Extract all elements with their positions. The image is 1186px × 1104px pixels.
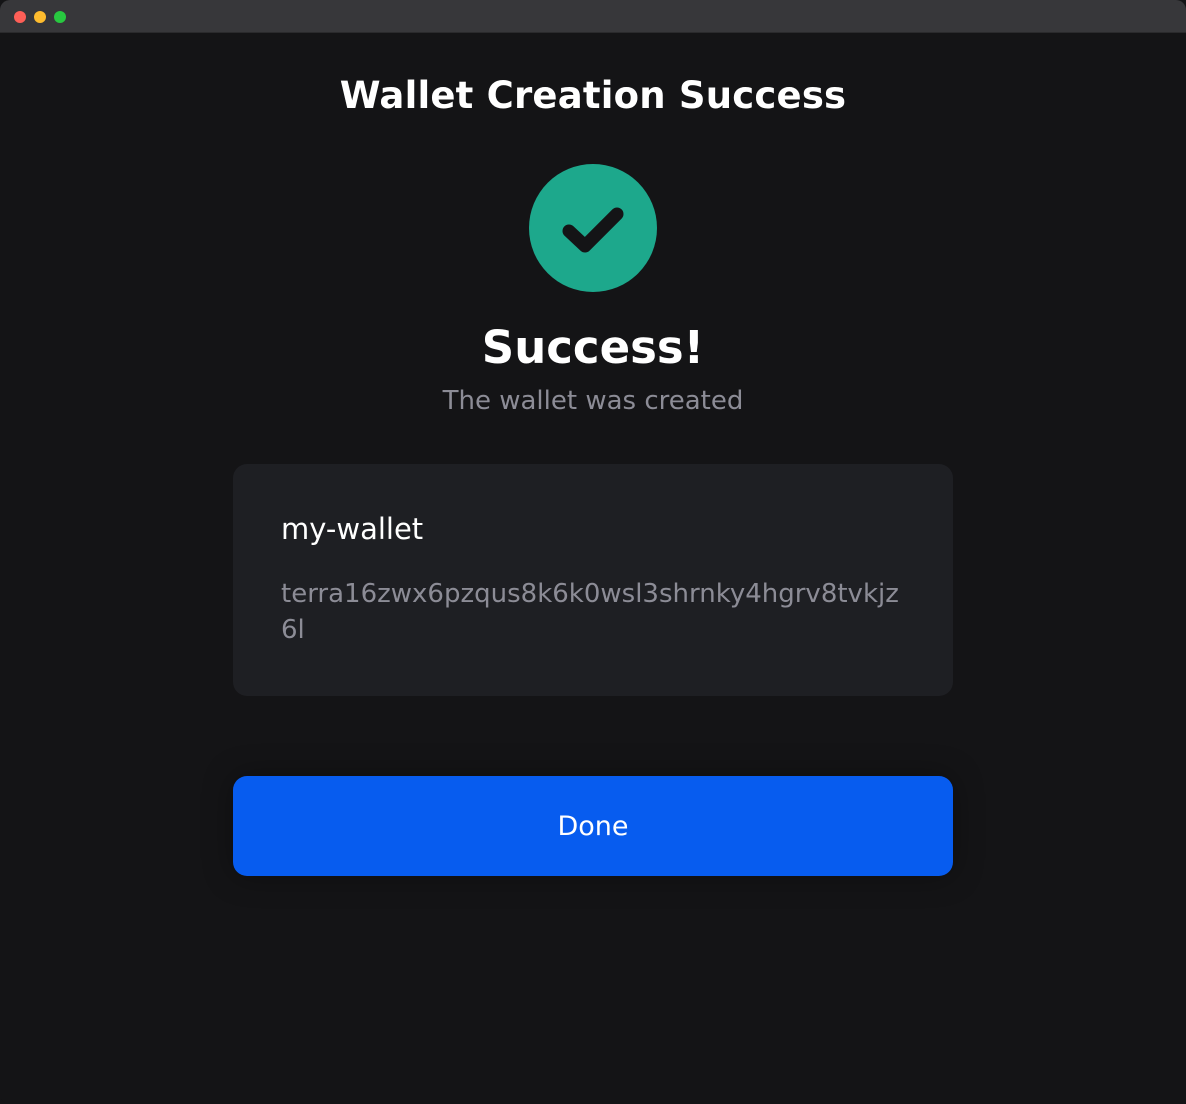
done-button[interactable]: Done (233, 776, 953, 876)
check-circle-icon (529, 164, 657, 292)
success-heading: Success! (481, 321, 705, 374)
wallet-name: my-wallet (281, 512, 424, 546)
title-bar (0, 0, 1186, 33)
zoom-window-button[interactable] (54, 11, 66, 23)
app-window: Wallet Creation Success Success! The wal… (0, 0, 1186, 1104)
wallet-card: my-wallet terra16zwx6pzqus8k6k0wsl3shrnk… (233, 464, 953, 696)
page-title: Wallet Creation Success (339, 74, 847, 117)
checkmark-icon (562, 207, 624, 253)
minimize-window-button[interactable] (34, 11, 46, 23)
close-window-button[interactable] (14, 11, 26, 23)
success-message: The wallet was created (442, 386, 744, 416)
wallet-address[interactable]: terra16zwx6pzqus8k6k0wsl3shrnky4hgrv8tvk… (281, 576, 901, 648)
